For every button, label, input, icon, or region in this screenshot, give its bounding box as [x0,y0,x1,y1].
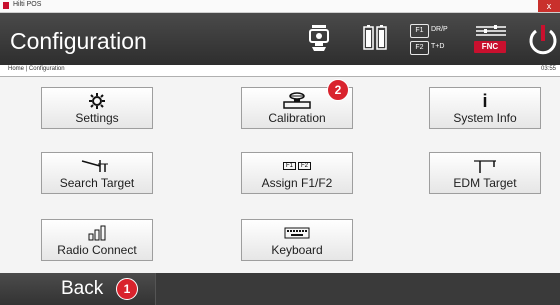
fnc-badge: FNC [474,41,506,53]
keyboard-label: Keyboard [271,243,323,257]
gear-icon [89,93,105,109]
fkeys-icon[interactable]: F1 DR/P F2 T+D [410,22,460,56]
radio-icon [88,225,106,241]
window-titlebar: Hilti POS x [0,0,560,13]
f1-key: F1 [410,24,429,38]
edm-target-icon [474,160,496,173]
window-title: Hilti POS [13,1,42,8]
power-icon[interactable] [526,21,560,61]
keyboard-button[interactable]: Keyboard [241,219,353,261]
calibration-icon [283,92,311,109]
app-icon [3,2,9,9]
assign-f1f2-label: Assign F1/F2 [261,176,333,190]
search-target-button[interactable]: Search Target [41,152,153,194]
edm-target-button[interactable]: EDM Target [429,152,541,194]
breadcrumb[interactable]: Home | Configuration [8,66,65,72]
footer-bar: Back 1 [0,273,560,305]
fkeys-icon: F1 F2 [242,158,352,174]
assign-f1f2-button[interactable]: F1 F2 Assign F1/F2 [241,152,353,194]
f2-label: T+D [431,43,445,50]
f1-chip: F1 [282,162,296,170]
breadcrumb-bar: Home | Configuration 03:55 [0,65,560,77]
instrument-icon[interactable] [302,21,336,55]
edm-target-label: EDM Target [453,176,517,190]
battery-icon[interactable] [358,21,392,55]
info-icon: i [482,91,488,111]
fnc-icon[interactable]: FNC [472,23,510,57]
callout-1: 1 [116,278,138,300]
settings-label: Settings [75,111,119,125]
page-title: Configuration [10,28,147,54]
calibration-label: Calibration [268,111,326,125]
radio-connect-label: Radio Connect [57,243,137,257]
clock: 03:55 [540,66,556,72]
system-info-button[interactable]: i System Info [429,87,541,129]
settings-button[interactable]: Settings [41,87,153,129]
back-label: Back [61,278,104,299]
callout-2: 2 [327,79,349,101]
window-close-button[interactable]: x [538,0,560,12]
f2-chip: F2 [298,162,312,170]
radio-connect-button[interactable]: Radio Connect [41,219,153,261]
f2-key: F2 [410,41,429,55]
sliders-icon [476,25,506,36]
keyboard-icon [284,227,310,239]
system-info-label: System Info [453,111,517,125]
header-bar: Configuration F1 DR/P F2 T+D FNC [0,13,560,65]
config-grid: Settings Calibration i System Info Searc… [0,77,560,273]
search-target-label: Search Target [59,176,135,190]
f1-label: DR/P [431,26,448,33]
search-target-icon [81,160,108,172]
